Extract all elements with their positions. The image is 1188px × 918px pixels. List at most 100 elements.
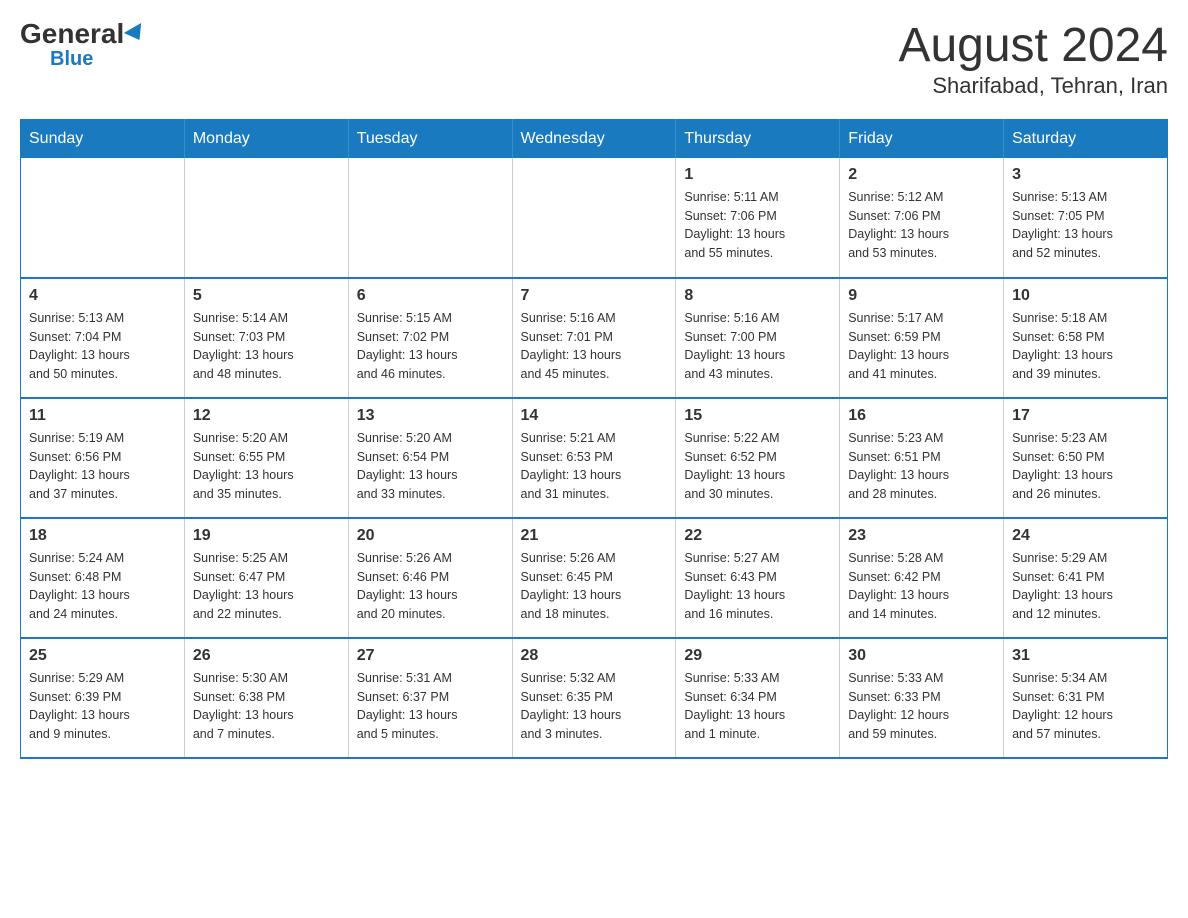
calendar-week-row: 4 Sunrise: 5:13 AMSunset: 7:04 PMDaylight… xyxy=(21,278,1168,398)
day-number: 23 xyxy=(848,527,995,545)
day-number: 22 xyxy=(684,527,831,545)
day-number: 27 xyxy=(357,647,504,665)
day-info: Sunrise: 5:15 AMSunset: 7:02 PMDaylight:… xyxy=(357,309,504,384)
calendar-cell: 15 Sunrise: 5:22 AMSunset: 6:52 PMDayligh… xyxy=(676,398,840,518)
day-info: Sunrise: 5:23 AMSunset: 6:51 PMDaylight:… xyxy=(848,429,995,504)
calendar-cell: 1 Sunrise: 5:11 AMSunset: 7:06 PMDaylight… xyxy=(676,158,840,278)
calendar-cell xyxy=(184,158,348,278)
day-number: 6 xyxy=(357,287,504,305)
day-info: Sunrise: 5:26 AMSunset: 6:46 PMDaylight:… xyxy=(357,549,504,624)
calendar-cell: 29Sunrise: 5:33 AMSunset: 6:34 PMDayligh… xyxy=(676,638,840,758)
calendar-week-row: 25 Sunrise: 5:29 AMSunset: 6:39 PMDayligh… xyxy=(21,638,1168,758)
logo-triangle-icon xyxy=(124,23,148,45)
day-number: 9 xyxy=(848,287,995,305)
day-number: 17 xyxy=(1012,407,1159,425)
calendar-header-row: SundayMondayTuesdayWednesdayThursdayFrid… xyxy=(21,119,1168,158)
calendar-cell: 31 Sunrise: 5:34 AMSunset: 6:31 PMDayligh… xyxy=(1004,638,1168,758)
day-info: Sunrise: 5:32 AMSunset: 6:35 PMDaylight:… xyxy=(521,669,668,744)
calendar-cell: 8 Sunrise: 5:16 AMSunset: 7:00 PMDaylight… xyxy=(676,278,840,398)
calendar-cell: 11 Sunrise: 5:19 AMSunset: 6:56 PMDayligh… xyxy=(21,398,185,518)
header-thursday: Thursday xyxy=(676,119,840,158)
calendar-cell: 4 Sunrise: 5:13 AMSunset: 7:04 PMDaylight… xyxy=(21,278,185,398)
day-number: 30 xyxy=(848,647,995,665)
calendar-cell: 16Sunrise: 5:23 AMSunset: 6:51 PMDayligh… xyxy=(840,398,1004,518)
calendar-cell: 17Sunrise: 5:23 AMSunset: 6:50 PMDayligh… xyxy=(1004,398,1168,518)
day-info: Sunrise: 5:27 AMSunset: 6:43 PMDaylight:… xyxy=(684,549,831,624)
day-number: 21 xyxy=(521,527,668,545)
day-number: 8 xyxy=(684,287,831,305)
calendar-cell: 12 Sunrise: 5:20 AMSunset: 6:55 PMDayligh… xyxy=(184,398,348,518)
logo-blue-text: Blue xyxy=(50,48,93,71)
day-number: 24 xyxy=(1012,527,1159,545)
day-number: 14 xyxy=(521,407,668,425)
day-number: 3 xyxy=(1012,166,1159,184)
calendar-cell xyxy=(21,158,185,278)
title-block: August 2024 Sharifabad, Tehran, Iran xyxy=(898,20,1168,99)
day-number: 31 xyxy=(1012,647,1159,665)
day-info: Sunrise: 5:33 AMSunset: 6:33 PMDaylight:… xyxy=(848,669,995,744)
day-number: 4 xyxy=(29,287,176,305)
day-info: Sunrise: 5:20 AMSunset: 6:54 PMDaylight:… xyxy=(357,429,504,504)
calendar-cell: 28 Sunrise: 5:32 AMSunset: 6:35 PMDayligh… xyxy=(512,638,676,758)
day-info: Sunrise: 5:29 AMSunset: 6:39 PMDaylight:… xyxy=(29,669,176,744)
location-title: Sharifabad, Tehran, Iran xyxy=(898,73,1168,99)
calendar-cell: 10 Sunrise: 5:18 AMSunset: 6:58 PMDayligh… xyxy=(1004,278,1168,398)
day-number: 12 xyxy=(193,407,340,425)
day-info: Sunrise: 5:30 AMSunset: 6:38 PMDaylight:… xyxy=(193,669,340,744)
day-info: Sunrise: 5:19 AMSunset: 6:56 PMDaylight:… xyxy=(29,429,176,504)
day-number: 7 xyxy=(521,287,668,305)
header-monday: Monday xyxy=(184,119,348,158)
day-number: 28 xyxy=(521,647,668,665)
calendar-cell: 27 Sunrise: 5:31 AMSunset: 6:37 PMDayligh… xyxy=(348,638,512,758)
calendar-cell: 6 Sunrise: 5:15 AMSunset: 7:02 PMDaylight… xyxy=(348,278,512,398)
day-number: 2 xyxy=(848,166,995,184)
day-number: 10 xyxy=(1012,287,1159,305)
day-info: Sunrise: 5:29 AMSunset: 6:41 PMDaylight:… xyxy=(1012,549,1159,624)
header-wednesday: Wednesday xyxy=(512,119,676,158)
day-info: Sunrise: 5:18 AMSunset: 6:58 PMDaylight:… xyxy=(1012,309,1159,384)
header-saturday: Saturday xyxy=(1004,119,1168,158)
day-number: 13 xyxy=(357,407,504,425)
calendar-cell: 18Sunrise: 5:24 AMSunset: 6:48 PMDayligh… xyxy=(21,518,185,638)
day-number: 20 xyxy=(357,527,504,545)
calendar-cell xyxy=(512,158,676,278)
day-info: Sunrise: 5:13 AMSunset: 7:04 PMDaylight:… xyxy=(29,309,176,384)
header-sunday: Sunday xyxy=(21,119,185,158)
day-info: Sunrise: 5:31 AMSunset: 6:37 PMDaylight:… xyxy=(357,669,504,744)
calendar-cell: 30 Sunrise: 5:33 AMSunset: 6:33 PMDayligh… xyxy=(840,638,1004,758)
day-number: 11 xyxy=(29,407,176,425)
calendar-cell: 2Sunrise: 5:12 AMSunset: 7:06 PMDaylight… xyxy=(840,158,1004,278)
day-info: Sunrise: 5:28 AMSunset: 6:42 PMDaylight:… xyxy=(848,549,995,624)
logo-general-text: General xyxy=(20,20,124,48)
month-title: August 2024 xyxy=(898,20,1168,73)
calendar-cell: 23 Sunrise: 5:28 AMSunset: 6:42 PMDayligh… xyxy=(840,518,1004,638)
header-friday: Friday xyxy=(840,119,1004,158)
day-number: 1 xyxy=(684,166,831,184)
page-header: General Blue August 2024 Sharifabad, Teh… xyxy=(20,20,1168,99)
day-info: Sunrise: 5:21 AMSunset: 6:53 PMDaylight:… xyxy=(521,429,668,504)
calendar-cell: 26 Sunrise: 5:30 AMSunset: 6:38 PMDayligh… xyxy=(184,638,348,758)
day-info: Sunrise: 5:20 AMSunset: 6:55 PMDaylight:… xyxy=(193,429,340,504)
day-info: Sunrise: 5:11 AMSunset: 7:06 PMDaylight:… xyxy=(684,188,831,263)
day-info: Sunrise: 5:16 AMSunset: 7:00 PMDaylight:… xyxy=(684,309,831,384)
day-info: Sunrise: 5:22 AMSunset: 6:52 PMDaylight:… xyxy=(684,429,831,504)
day-number: 25 xyxy=(29,647,176,665)
day-info: Sunrise: 5:14 AMSunset: 7:03 PMDaylight:… xyxy=(193,309,340,384)
calendar-cell: 24 Sunrise: 5:29 AMSunset: 6:41 PMDayligh… xyxy=(1004,518,1168,638)
day-info: Sunrise: 5:17 AMSunset: 6:59 PMDaylight:… xyxy=(848,309,995,384)
calendar-cell: 25 Sunrise: 5:29 AMSunset: 6:39 PMDayligh… xyxy=(21,638,185,758)
calendar-cell xyxy=(348,158,512,278)
calendar-table: SundayMondayTuesdayWednesdayThursdayFrid… xyxy=(20,119,1168,759)
day-number: 18 xyxy=(29,527,176,545)
day-info: Sunrise: 5:34 AMSunset: 6:31 PMDaylight:… xyxy=(1012,669,1159,744)
calendar-cell: 9 Sunrise: 5:17 AMSunset: 6:59 PMDaylight… xyxy=(840,278,1004,398)
calendar-week-row: 1 Sunrise: 5:11 AMSunset: 7:06 PMDaylight… xyxy=(21,158,1168,278)
calendar-week-row: 11 Sunrise: 5:19 AMSunset: 6:56 PMDayligh… xyxy=(21,398,1168,518)
day-number: 26 xyxy=(193,647,340,665)
calendar-cell: 13 Sunrise: 5:20 AMSunset: 6:54 PMDayligh… xyxy=(348,398,512,518)
day-info: Sunrise: 5:25 AMSunset: 6:47 PMDaylight:… xyxy=(193,549,340,624)
calendar-cell: 5Sunrise: 5:14 AMSunset: 7:03 PMDaylight… xyxy=(184,278,348,398)
calendar-cell: 7Sunrise: 5:16 AMSunset: 7:01 PMDaylight… xyxy=(512,278,676,398)
calendar-cell: 3Sunrise: 5:13 AMSunset: 7:05 PMDaylight… xyxy=(1004,158,1168,278)
day-number: 15 xyxy=(684,407,831,425)
